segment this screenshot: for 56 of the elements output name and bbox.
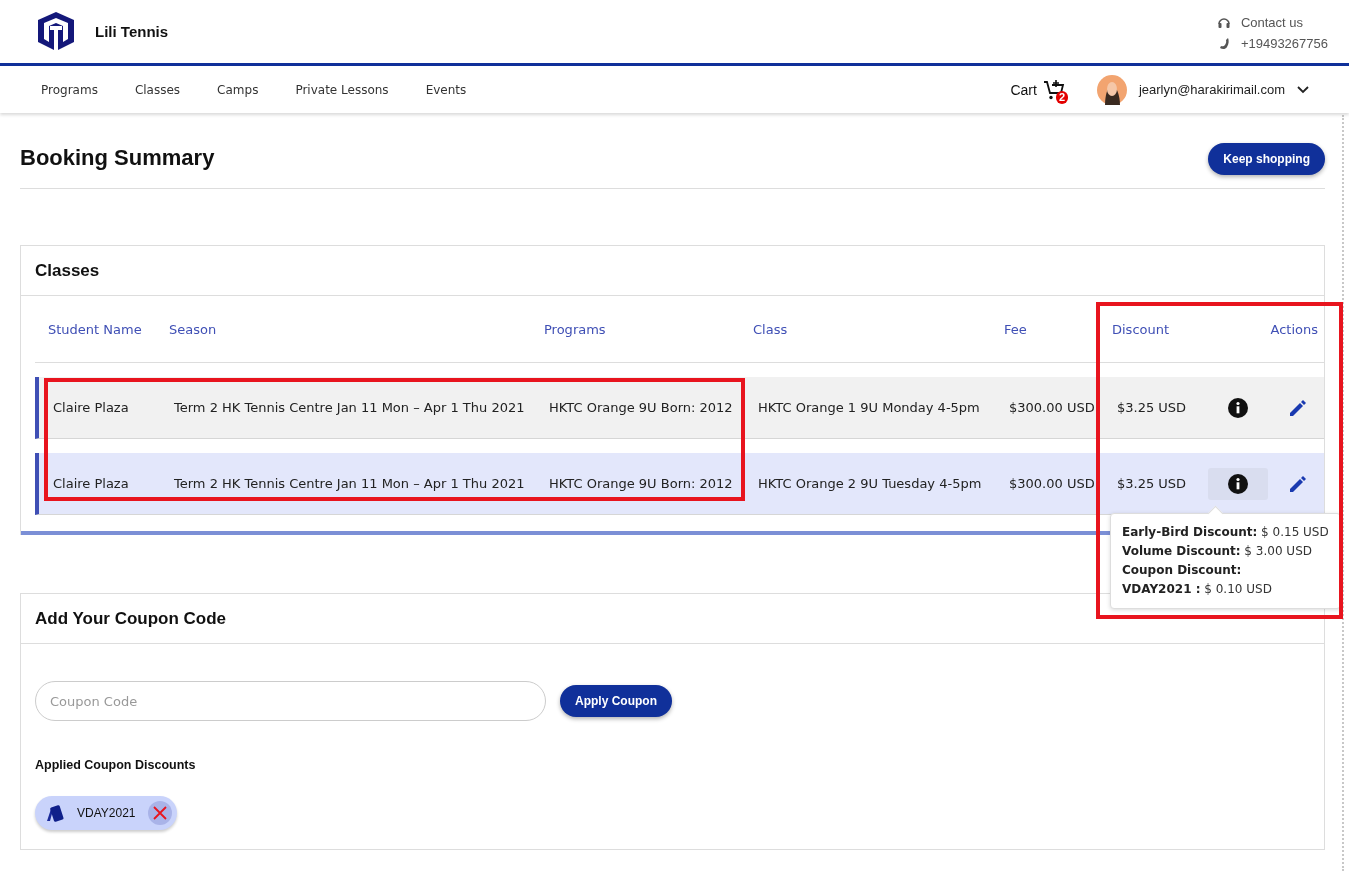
brand-name[interactable]: Lili Tennis xyxy=(95,23,169,40)
column-header: Discount xyxy=(1112,321,1171,337)
table-cell: $300.00 USD xyxy=(1009,400,1095,415)
nav-link[interactable]: Programs xyxy=(41,82,98,97)
discount-amount: $3.25 USD xyxy=(1117,400,1187,415)
table-cell: HKTC Orange 9U Born: 2012 xyxy=(549,400,733,415)
logo-icon xyxy=(37,11,75,52)
nav-link[interactable]: Events xyxy=(425,82,467,97)
nav-link[interactable]: Classes xyxy=(134,82,181,97)
table-cell: HKTC Orange 9U Born: 2012 xyxy=(549,476,733,491)
coupon-code: VDAY2021 xyxy=(77,806,136,820)
nav-link[interactable]: Private Lessons xyxy=(295,82,389,97)
phone-number[interactable]: +19493267756 xyxy=(1240,35,1328,51)
table-cell: HKTC Orange 1 9U Monday 4-5pm xyxy=(758,400,980,415)
cards-icon xyxy=(45,803,64,823)
keep-shopping-button[interactable]: Keep shopping xyxy=(1208,143,1325,175)
nav-link[interactable]: Camps xyxy=(217,82,259,97)
table-cell: Term 2 HK Tennis Centre Jan 11 Mon – Apr 1 Thu 2021 xyxy=(174,476,525,491)
section-title: Add Your Coupon Code xyxy=(35,608,227,629)
table-row[interactable]: Claire Plaza Term 2 HK Tennis Centre Jan 11 Mon – Apr 1 Thu 2021 HKTC Orange 9U Born: 2012 HKTC Orange 1 9U Monday 4-5pm $300.00 USD $3.25 USD xyxy=(35,377,1324,439)
info-icon xyxy=(1228,473,1249,494)
info-icon xyxy=(1228,397,1249,418)
apply-coupon-button[interactable]: Apply Coupon xyxy=(560,685,672,717)
coupon-code-field[interactable]: Coupon Code xyxy=(35,681,546,721)
info-button[interactable] xyxy=(1208,467,1269,500)
user-email[interactable]: jearlyn@harakirimail.com xyxy=(1138,82,1285,97)
table-cell: $300.00 USD xyxy=(1009,476,1095,491)
edit-icon[interactable] xyxy=(1288,473,1308,494)
page-title: Booking Summary xyxy=(20,145,215,171)
discount-amount: $3.25 USD xyxy=(1117,476,1187,491)
headset-icon xyxy=(1216,15,1231,29)
edit-icon[interactable] xyxy=(1288,397,1308,418)
discount-line: VDAY2021 : $ 0.10 USD xyxy=(1122,580,1273,598)
discount-line: Early-Bird Discount: $ 0.15 USD xyxy=(1122,523,1329,541)
table-cell: Claire Plaza xyxy=(53,400,129,415)
column-header: Fee xyxy=(1004,321,1028,337)
table-cell: Claire Plaza xyxy=(53,476,129,491)
applied-coupons-label: Applied Coupon Discounts xyxy=(35,758,196,772)
contact-link[interactable]: Contact us xyxy=(1240,14,1304,30)
discount-line: Volume Discount: $ 3.00 USD xyxy=(1122,542,1313,560)
cart-badge: 2 xyxy=(1055,90,1068,104)
avatar[interactable] xyxy=(1096,74,1127,105)
cart-label[interactable]: Cart xyxy=(1010,81,1037,98)
discount-line: Coupon Discount: xyxy=(1122,561,1243,579)
table-cell: Term 2 HK Tennis Centre Jan 11 Mon – Apr 1 Thu 2021 xyxy=(174,400,525,415)
column-header: Programs xyxy=(544,321,607,337)
chevron-down-icon[interactable] xyxy=(1297,85,1309,94)
section-title: Classes xyxy=(35,260,100,281)
remove-button[interactable] xyxy=(148,801,173,825)
column-header: Student Name xyxy=(48,321,143,337)
column-header: Season xyxy=(169,321,218,337)
table-cell: HKTC Orange 2 9U Tuesday 4-5pm xyxy=(758,476,982,491)
cart-icon[interactable] xyxy=(1042,77,1065,100)
close-icon xyxy=(152,805,169,821)
column-header: Actions xyxy=(1270,321,1319,337)
column-header: Class xyxy=(753,321,789,337)
